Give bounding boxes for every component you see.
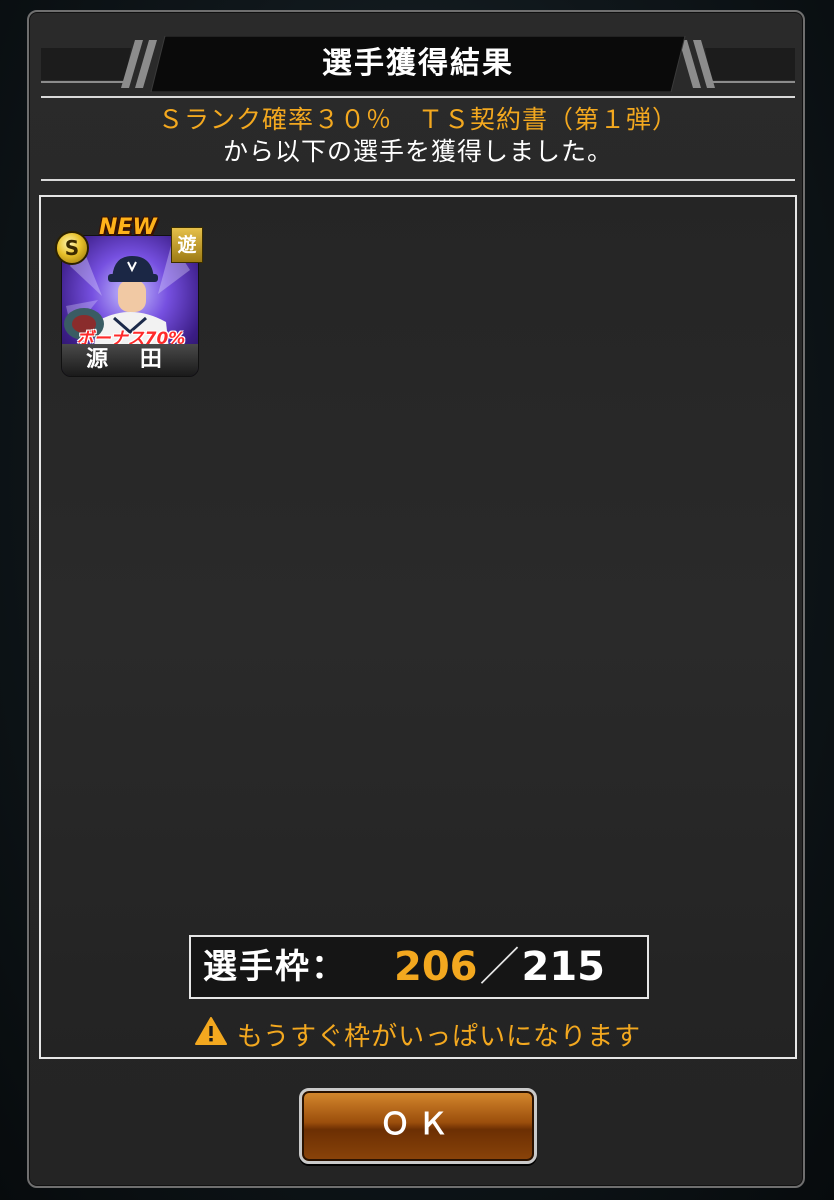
player-name: 源 田 (62, 344, 198, 376)
slot-value: 206／215 (394, 937, 605, 997)
player-acquisition-dialog: 選手獲得結果 Ｓランク確率３０％ ＴＳ契約書（第１弾） から以下の選手を獲得しま… (27, 10, 805, 1188)
player-card[interactable]: S NEW 遊 ボーナス70% 源 田 (55, 215, 203, 377)
ok-button[interactable]: ＯＫ (299, 1088, 537, 1164)
rank-badge: S (55, 231, 89, 265)
result-message: から以下の選手を獲得しました。 (222, 137, 613, 166)
acquired-players-panel: S NEW 遊 ボーナス70% 源 田 選手枠： 206／215 もうすぐ枠がい… (39, 195, 797, 1059)
title-bar: 選手獲得結果 (41, 36, 795, 92)
warning-text: もうすぐ枠がいっぱいになります (236, 1022, 642, 1052)
result-subtitle: Ｓランク確率３０％ ＴＳ契約書（第１弾） から以下の選手を獲得しました。 (41, 104, 795, 168)
slot-current: 206 (394, 944, 478, 990)
slot-separator: ／ (479, 944, 520, 990)
slot-warning: もうすぐ枠がいっぱいになります (41, 1016, 795, 1055)
position-badge: 遊 (171, 227, 203, 263)
warning-triangle-icon (194, 1016, 227, 1055)
dialog-title: 選手獲得結果 (322, 46, 514, 81)
gacha-name: Ｓランク確率３０％ ＴＳ契約書（第１弾） (157, 105, 678, 134)
divider (41, 179, 795, 181)
slot-label: 選手枠： (203, 947, 347, 987)
new-badge: NEW (99, 215, 157, 240)
slot-max: 215 (521, 944, 606, 990)
divider (41, 96, 795, 98)
player-slot-counter: 選手枠： 206／215 (189, 935, 649, 999)
